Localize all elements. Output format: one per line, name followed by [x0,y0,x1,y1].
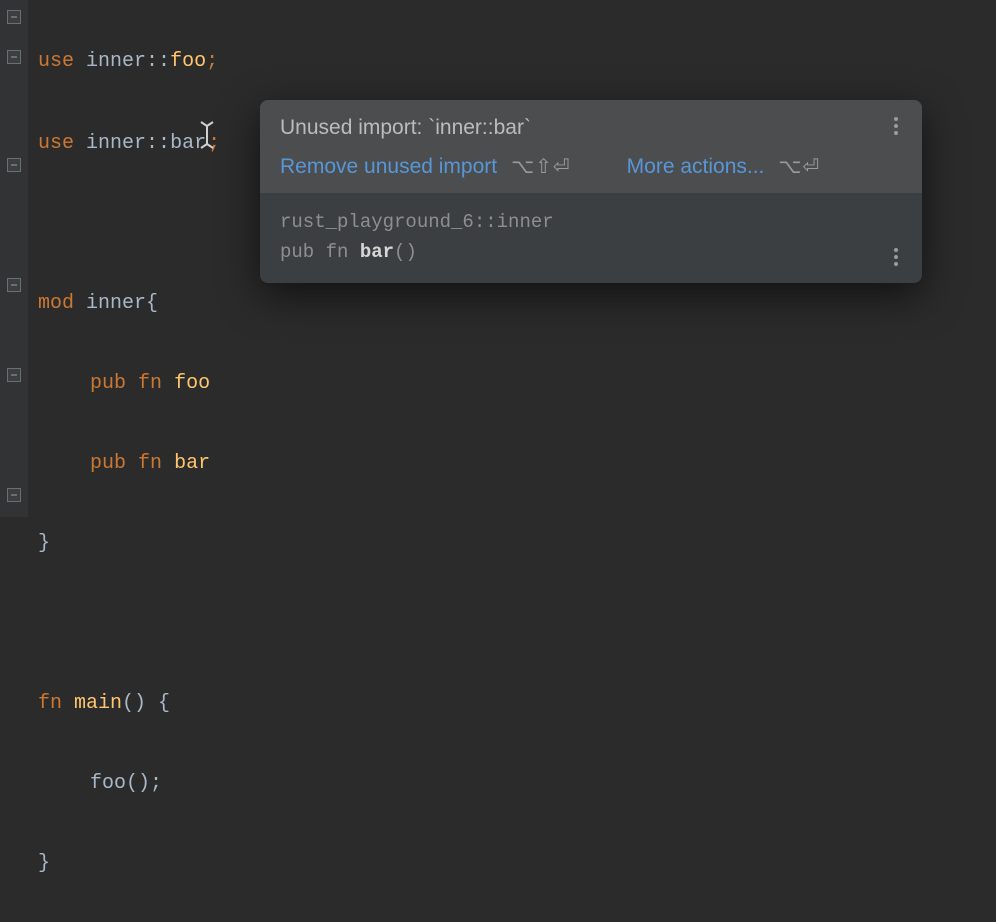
fold-marker-icon[interactable] [7,278,21,292]
code-line[interactable]: foo(); [38,764,220,804]
text-caret-icon [206,122,208,148]
keyword-mod: mod [38,292,74,315]
path-segment: inner [86,132,146,155]
mod-name: inner [86,292,146,315]
code-line-blank[interactable] [38,204,220,244]
code-line-blank[interactable] [38,604,220,644]
keyword-pub: pub [90,372,126,395]
remove-unused-import-link[interactable]: Remove unused import [280,155,497,179]
quick-doc: rust_playground_6::inner pub fn bar() [260,193,922,283]
keyword-use: use [38,50,74,73]
kebab-menu-icon[interactable] [886,245,906,269]
fold-marker-icon[interactable] [7,368,21,382]
doc-signature: pub fn bar() [280,237,902,267]
fold-marker-icon[interactable] [7,50,21,64]
keyword-pub: pub [90,452,126,475]
editor-gutter [0,0,28,517]
editor-code[interactable]: use inner::foo; use inner::bar; mod inne… [38,2,220,922]
code-line[interactable]: pub fn bar [38,444,220,484]
keyword-fn: fn [138,372,162,395]
code-line[interactable]: mod inner{ [38,284,220,324]
keyword-use: use [38,132,74,155]
keyword-fn: fn [138,452,162,475]
fn-name: main [74,692,122,715]
intention-popup: Unused import: `inner::bar` Remove unuse… [260,100,922,283]
code-line[interactable]: fn main() { [38,684,220,724]
import-name: foo [170,50,206,73]
fn-name: foo [174,372,210,395]
code-line[interactable]: use inner::foo; [38,42,220,82]
code-line[interactable]: } [38,524,220,564]
path-segment: inner [86,50,146,73]
fn-call: foo [90,772,126,795]
code-line[interactable]: } [38,844,220,884]
inspection-title: Unused import: `inner::bar` [280,116,902,140]
more-actions-link[interactable]: More actions... [627,155,765,179]
kebab-menu-icon[interactable] [886,114,906,138]
fold-marker-icon[interactable] [7,158,21,172]
fn-name: bar [174,452,210,475]
code-line[interactable]: pub fn foo [38,364,220,404]
shortcut-hint: ⌥⏎ [778,154,820,179]
popup-header: Unused import: `inner::bar` Remove unuse… [260,100,922,193]
shortcut-hint: ⌥⇧⏎ [511,154,571,179]
doc-path: rust_playground_6::inner [280,207,902,237]
keyword-fn: fn [38,692,62,715]
popup-actions-row: Remove unused import ⌥⇧⏎ More actions...… [280,154,902,179]
fold-marker-icon[interactable] [7,488,21,502]
code-line[interactable]: use inner::bar; [38,122,220,164]
fold-marker-icon[interactable] [7,10,21,24]
